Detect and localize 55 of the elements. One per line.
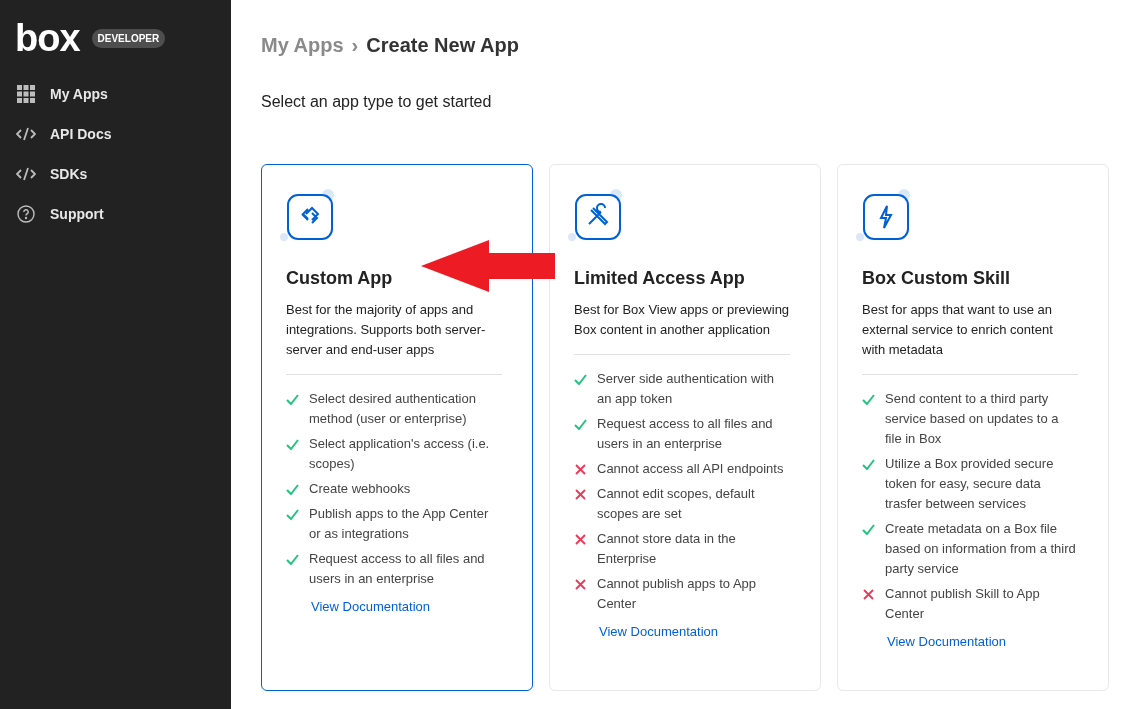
documentation-link[interactable]: View Documentation bbox=[599, 622, 790, 642]
code-icon bbox=[16, 167, 36, 181]
feature-text: Utilize a Box provided secure token for easy, secure data trasfer between services bbox=[885, 455, 1055, 513]
feature-text: Request access to all files and users in an enterprise bbox=[597, 415, 774, 453]
cross-icon bbox=[575, 534, 586, 545]
card-description: Best for the majority of apps and integrations. Supports both server-server and end-user apps bbox=[286, 301, 487, 359]
nav-item[interactable]: API Docs bbox=[0, 114, 231, 154]
check-icon bbox=[862, 524, 875, 535]
feature-text: Request access to all files and users in an enterprise bbox=[309, 550, 486, 588]
check-icon bbox=[286, 509, 299, 520]
card-title: Custom App bbox=[286, 267, 394, 290]
feature-text: Cannot store data in the Enterprise bbox=[597, 530, 737, 568]
check-icon bbox=[286, 484, 299, 495]
nav-item[interactable]: SDKs bbox=[0, 154, 231, 194]
feature-text: Create metadata on a Box file based on information from a third party service bbox=[885, 520, 1077, 578]
cross-icon bbox=[575, 464, 586, 475]
grid-icon bbox=[17, 85, 35, 103]
nav-item[interactable]: My Apps bbox=[0, 74, 231, 114]
documentation-link[interactable]: View Documentation bbox=[311, 597, 502, 617]
check-icon bbox=[574, 419, 587, 430]
feature-text: Server side authentication with an app token bbox=[597, 370, 776, 408]
lightning-bolt-icon bbox=[862, 193, 910, 241]
feature-text: Select application's access (i.e. scopes) bbox=[309, 435, 491, 473]
subtitle: Select an app type to get started bbox=[261, 92, 493, 112]
card-description: Best for apps that want to use an external service to enrich content with metadata bbox=[862, 301, 1054, 359]
check-icon bbox=[862, 459, 875, 470]
documentation-link[interactable]: View Documentation bbox=[887, 632, 1078, 652]
card-title: Box Custom Skill bbox=[862, 267, 1012, 290]
cross-icon bbox=[575, 489, 586, 500]
feature-text: Publish apps to the App Center or as integrations bbox=[309, 505, 490, 543]
check-icon bbox=[574, 374, 587, 385]
code-icon bbox=[16, 127, 36, 141]
feature-text: Create webhooks bbox=[309, 480, 411, 498]
tools-icon bbox=[574, 193, 622, 241]
check-icon bbox=[286, 439, 299, 450]
nav-item[interactable]: Support bbox=[0, 194, 231, 234]
cross-icon bbox=[575, 579, 586, 590]
feature-text: Cannot publish apps to App Center bbox=[597, 575, 757, 613]
card-title: Limited Access App bbox=[574, 267, 746, 290]
feature-text: Cannot publish Skill to App Center bbox=[885, 585, 1041, 623]
card-description: Best for Box View apps or previewing Box content in another application bbox=[574, 301, 790, 339]
developer-badge: DEVELOPER bbox=[91, 28, 166, 48]
check-icon bbox=[862, 394, 875, 405]
feature-text: Send content to a third party service based on updates to a file in Box bbox=[885, 390, 1060, 448]
app-type-card[interactable] bbox=[261, 164, 533, 691]
feature-text: Cannot access all API endpoints bbox=[597, 460, 784, 478]
page-title: Create New App bbox=[366, 33, 519, 58]
feature-text: Select desired authentication method (user or enterprise) bbox=[309, 390, 477, 428]
check-icon bbox=[286, 554, 299, 565]
check-icon bbox=[286, 394, 299, 405]
feature-text: Cannot edit scopes, default scopes are set bbox=[597, 485, 756, 523]
help-icon bbox=[17, 205, 35, 223]
cross-icon bbox=[863, 589, 874, 600]
breadcrumb-separator: › bbox=[351, 33, 359, 58]
logo[interactable]: box bbox=[15, 19, 80, 57]
